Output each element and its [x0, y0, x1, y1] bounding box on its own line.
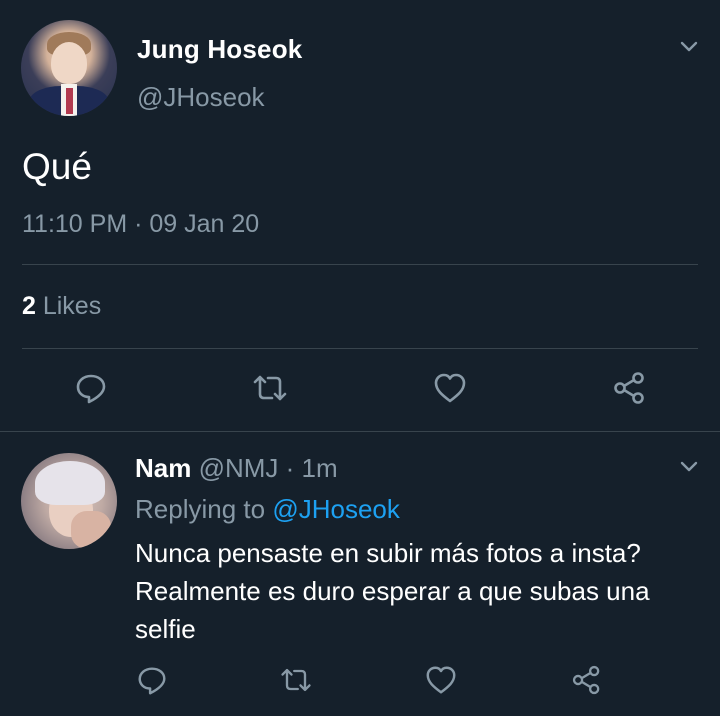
- like-icon[interactable]: [421, 660, 461, 700]
- avatar-face: [51, 42, 87, 84]
- reply-author-avatar[interactable]: [21, 453, 117, 549]
- chevron-down-icon[interactable]: [678, 36, 700, 58]
- likes-number: 2: [22, 292, 36, 320]
- like-icon[interactable]: [430, 368, 470, 408]
- likes-count[interactable]: 2 Likes: [22, 292, 101, 321]
- reply-author-handle[interactable]: @NMJ: [199, 453, 279, 483]
- author-avatar[interactable]: [21, 20, 117, 116]
- reply-text-line: selfie: [135, 614, 196, 644]
- tweet-timestamp[interactable]: 11:10 PM · 09 Jan 20: [22, 210, 259, 239]
- reply-text-line: Realmente es duro esperar a que subas un…: [135, 576, 650, 606]
- time-separator: ·: [278, 453, 302, 483]
- avatar-hand: [71, 511, 111, 549]
- retweet-icon[interactable]: [250, 368, 290, 408]
- replying-to-mention-link[interactable]: @JHoseok: [272, 494, 400, 524]
- divider: [22, 348, 698, 349]
- replying-to: Replying to @JHoseok: [135, 494, 400, 525]
- reply-text-line: Nunca pensaste en subir más fotos a inst…: [135, 538, 641, 568]
- tweet-text: Qué: [22, 146, 92, 187]
- divider: [22, 264, 698, 265]
- author-handle[interactable]: @JHoseok: [137, 82, 265, 113]
- reply-time[interactable]: 1m: [302, 453, 338, 483]
- reply-icon[interactable]: [71, 368, 111, 408]
- avatar-hair: [35, 461, 105, 505]
- chevron-down-icon[interactable]: [678, 456, 700, 478]
- retweet-icon[interactable]: [276, 660, 316, 700]
- avatar-tie: [66, 88, 73, 114]
- section-divider: [0, 431, 720, 432]
- author-display-name[interactable]: Jung Hoseok: [137, 34, 302, 65]
- likes-label: Likes: [35, 292, 102, 320]
- share-icon[interactable]: [567, 660, 607, 700]
- share-icon[interactable]: [610, 368, 650, 408]
- replying-to-label: Replying to: [135, 494, 273, 524]
- reply-author-display-name[interactable]: Nam: [135, 453, 191, 483]
- reply-icon[interactable]: [132, 660, 172, 700]
- reply-text: Nunca pensaste en subir más fotos a inst…: [135, 534, 705, 648]
- main-tweet: Jung Hoseok @JHoseok Qué 11:10 PM · 09 J…: [0, 0, 720, 432]
- reply-header: Nam @NMJ · 1m: [135, 453, 338, 484]
